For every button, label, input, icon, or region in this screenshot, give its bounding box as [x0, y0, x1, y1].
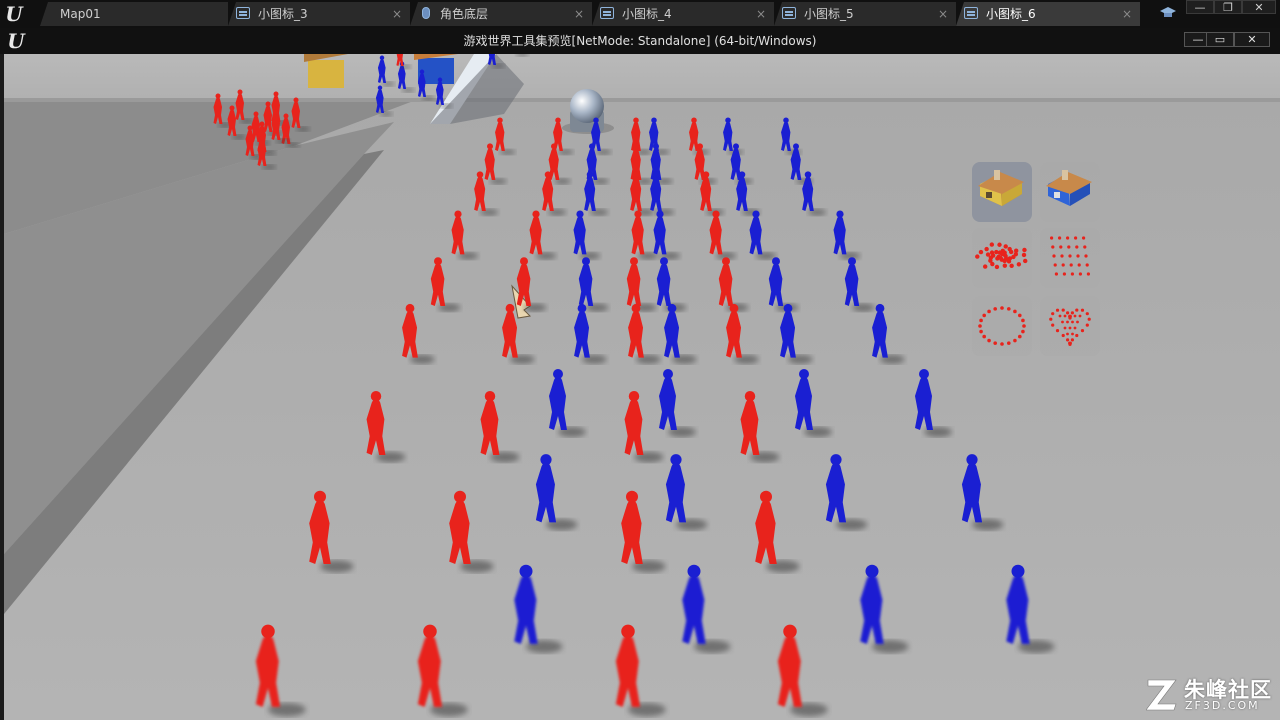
widget-blueprint-icon	[964, 7, 978, 19]
game-viewport[interactable]	[4, 54, 1280, 720]
tab-close-icon[interactable]: ×	[1122, 2, 1132, 26]
maximize-button[interactable]: ▭	[1206, 32, 1234, 47]
editor-restore-button[interactable]: ❐	[1214, 0, 1242, 14]
circle-formation-button[interactable]	[972, 296, 1032, 356]
game-scene	[4, 54, 1280, 720]
crowd-cluster-icon	[975, 242, 1028, 270]
tab-label: 小图标_4	[622, 7, 672, 21]
yellow-house-icon	[978, 170, 1024, 206]
editor-tab-bar: U Map01 小图标_3 × 角色底层 × 小图标_4 × 小图标_5 × 小…	[0, 0, 1280, 28]
tab-label: 小图标_6	[986, 7, 1036, 21]
tab-close-icon[interactable]: ×	[574, 2, 584, 26]
tab-label: 角色底层	[440, 7, 489, 21]
tutorial-icon[interactable]	[1160, 6, 1176, 20]
unreal-logo-icon[interactable]: U	[0, 0, 28, 28]
game-window-titlebar[interactable]: U 游戏世界工具集预览[NetMode: Standalone] (64-bit…	[0, 28, 1280, 54]
window-title: 游戏世界工具集预览[NetMode: Standalone] (64-bit/W…	[463, 34, 817, 48]
tab-label: 小图标_3	[258, 7, 308, 21]
tab-label: 小图标_5	[804, 7, 854, 21]
crowd-cluster-button[interactable]	[972, 228, 1032, 288]
horizon-edge	[4, 98, 1280, 102]
tab-widget-4[interactable]: 小图标_4 ×	[592, 2, 774, 26]
tab-close-icon[interactable]: ×	[938, 2, 948, 26]
zf3d-logo-icon	[1146, 679, 1177, 711]
circle-formation-icon	[978, 306, 1026, 346]
widget-blueprint-icon	[782, 7, 796, 19]
blue-house-button[interactable]	[1040, 162, 1100, 222]
tab-widget-3[interactable]: 小图标_3 ×	[228, 2, 410, 26]
tab-map01[interactable]: Map01	[40, 2, 228, 26]
far-platform	[4, 54, 1280, 102]
tab-character-base[interactable]: 角色底层 ×	[410, 2, 592, 26]
grid-formation-icon	[1050, 236, 1090, 276]
widget-blueprint-icon	[600, 7, 614, 19]
widget-blueprint-icon	[236, 7, 250, 19]
tab-widget-6[interactable]: 小图标_6 ×	[956, 2, 1140, 26]
tab-label: Map01	[60, 7, 101, 21]
editor-minimize-button[interactable]: —	[1186, 0, 1214, 14]
heart-formation-button[interactable]	[1040, 296, 1100, 356]
blue-house-icon	[1046, 170, 1092, 206]
yellow-house-button[interactable]	[972, 162, 1032, 222]
editor-close-button[interactable]: ✕	[1242, 0, 1276, 14]
blueprint-class-icon	[422, 7, 430, 19]
heart-formation-icon	[1049, 308, 1091, 346]
tab-widget-5[interactable]: 小图标_5 ×	[774, 2, 956, 26]
tab-close-icon[interactable]: ×	[392, 2, 402, 26]
watermark: 朱峰社区 ZF3D.COM	[1146, 672, 1276, 716]
reflection-sphere	[570, 89, 604, 123]
grid-formation-button[interactable]	[1040, 228, 1100, 288]
spawn-toolbox	[972, 162, 1106, 362]
watermark-subtitle: ZF3D.COM	[1185, 699, 1260, 712]
tab-close-icon[interactable]: ×	[756, 2, 766, 26]
close-button[interactable]: ✕	[1234, 32, 1270, 47]
